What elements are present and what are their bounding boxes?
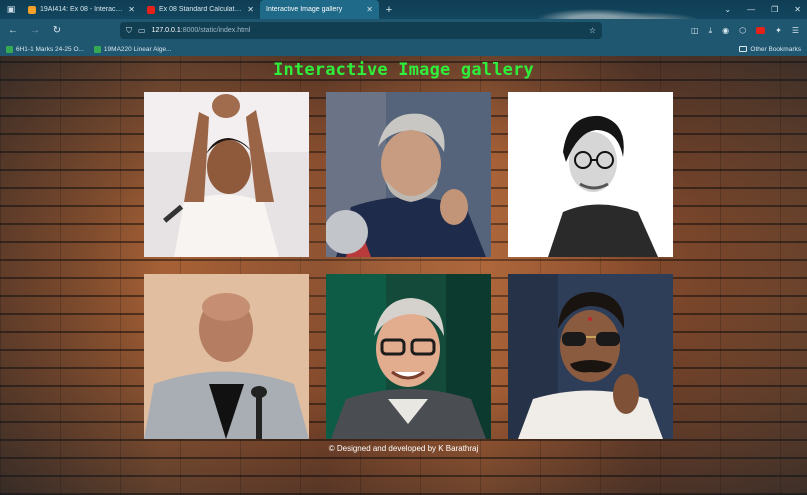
- portrait-image: [508, 274, 673, 439]
- sheets-icon: [6, 45, 13, 53]
- minimize-icon[interactable]: —: [747, 5, 755, 14]
- gallery-photo-1[interactable]: [144, 92, 309, 257]
- close-icon[interactable]: ✕: [366, 5, 373, 14]
- bookmark-label: 6H1-1 Marks 24-25 O...: [16, 45, 84, 53]
- gallery-photo-4[interactable]: [144, 274, 309, 439]
- download-icon[interactable]: ⤓: [709, 26, 713, 36]
- gallery-photo-3[interactable]: [508, 92, 673, 257]
- tab-gallery[interactable]: Interactive Image gallery ✕: [260, 0, 379, 19]
- bookmark-item[interactable]: 19MA220 Linear Alge...: [93, 45, 172, 53]
- bookmark-label: 19MA220 Linear Alge...: [103, 45, 172, 53]
- other-bookmarks[interactable]: Other Bookmarks: [739, 46, 801, 53]
- portrait-image: [326, 274, 491, 439]
- toolbar-right-icons: ◫ ⤓ ◉ ⬡ ✦ ☰: [691, 26, 803, 36]
- portrait-image: [144, 274, 309, 439]
- tab-moodle[interactable]: 19AI414: Ex 08 - Interactive Im ✕: [22, 0, 141, 19]
- youtube-extension-icon[interactable]: [756, 27, 766, 34]
- nav-toolbar: ← → ↻ ⛉ ▭ 127.0.0.1:8000/static/index.ht…: [0, 19, 807, 42]
- moodle-icon: [28, 5, 36, 14]
- close-icon[interactable]: ✕: [128, 5, 135, 14]
- portrait-image: [144, 92, 309, 257]
- youtube-icon: [147, 5, 155, 14]
- tab-list-icon[interactable]: ▣: [0, 0, 22, 19]
- shield-icon[interactable]: ⛉: [126, 26, 132, 36]
- bookmark-star-icon[interactable]: ☆: [589, 26, 596, 35]
- portrait-image: [326, 92, 491, 257]
- page-info-icon[interactable]: ▭: [138, 26, 146, 35]
- url-path: :8000/static/index.html: [180, 27, 251, 34]
- tab-title: 19AI414: Ex 08 - Interactive Im: [40, 6, 125, 13]
- url-text[interactable]: 127.0.0.1:8000/static/index.html: [152, 27, 583, 34]
- sheets-icon: [93, 45, 101, 53]
- folder-icon: [739, 46, 748, 52]
- menu-icon[interactable]: ☰: [792, 26, 799, 35]
- bookmarks-bar: 6H1-1 Marks 24-25 O... 19MA220 Linear Al…: [0, 42, 807, 56]
- forward-icon[interactable]: →: [26, 22, 44, 40]
- back-icon[interactable]: ←: [4, 22, 22, 40]
- bookmark-item[interactable]: 6H1-1 Marks 24-25 O...: [6, 45, 84, 53]
- image-gallery: [144, 92, 673, 439]
- window-controls: ⌄ — ❐ ✕: [724, 0, 807, 19]
- url-host: 127.0.0.1: [151, 27, 181, 34]
- tab-overflow-icon[interactable]: ⌄: [724, 5, 731, 14]
- gallery-photo-2[interactable]: [326, 92, 491, 257]
- tab-youtube[interactable]: Ex 08 Standard Calculator Des ✕: [141, 0, 260, 19]
- address-bar[interactable]: ⛉ ▭ 127.0.0.1:8000/static/index.html ☆: [120, 22, 602, 39]
- close-icon[interactable]: ✕: [247, 5, 254, 14]
- page-title: Interactive Image gallery: [273, 60, 534, 80]
- restore-icon[interactable]: ❐: [771, 5, 778, 14]
- tab-title: Ex 08 Standard Calculator Des: [159, 6, 243, 13]
- pocket-icon[interactable]: ◫: [691, 26, 699, 35]
- gallery-photo-6[interactable]: [508, 274, 673, 439]
- reload-icon[interactable]: ↻: [48, 22, 66, 40]
- extensions-icon[interactable]: ⬡: [739, 26, 746, 35]
- account-icon[interactable]: ◉: [722, 26, 729, 35]
- gallery-photo-5[interactable]: [326, 274, 491, 439]
- page-footer: © Designed and developed by K Barathraj: [328, 444, 479, 453]
- page-body: Interactive Image gallery © Designed and…: [0, 56, 807, 495]
- portrait-image: [508, 92, 673, 257]
- other-bookmarks-label: Other Bookmarks: [750, 45, 801, 53]
- tab-strip-spacer: [399, 0, 724, 37]
- puzzle-icon[interactable]: ✦: [775, 26, 782, 35]
- tab-strip: ▣ 19AI414: Ex 08 - Interactive Im ✕ Ex 0…: [0, 0, 807, 37]
- tab-title: Interactive Image gallery: [266, 6, 343, 13]
- new-tab-button[interactable]: +: [379, 0, 399, 19]
- close-window-icon[interactable]: ✕: [794, 5, 801, 14]
